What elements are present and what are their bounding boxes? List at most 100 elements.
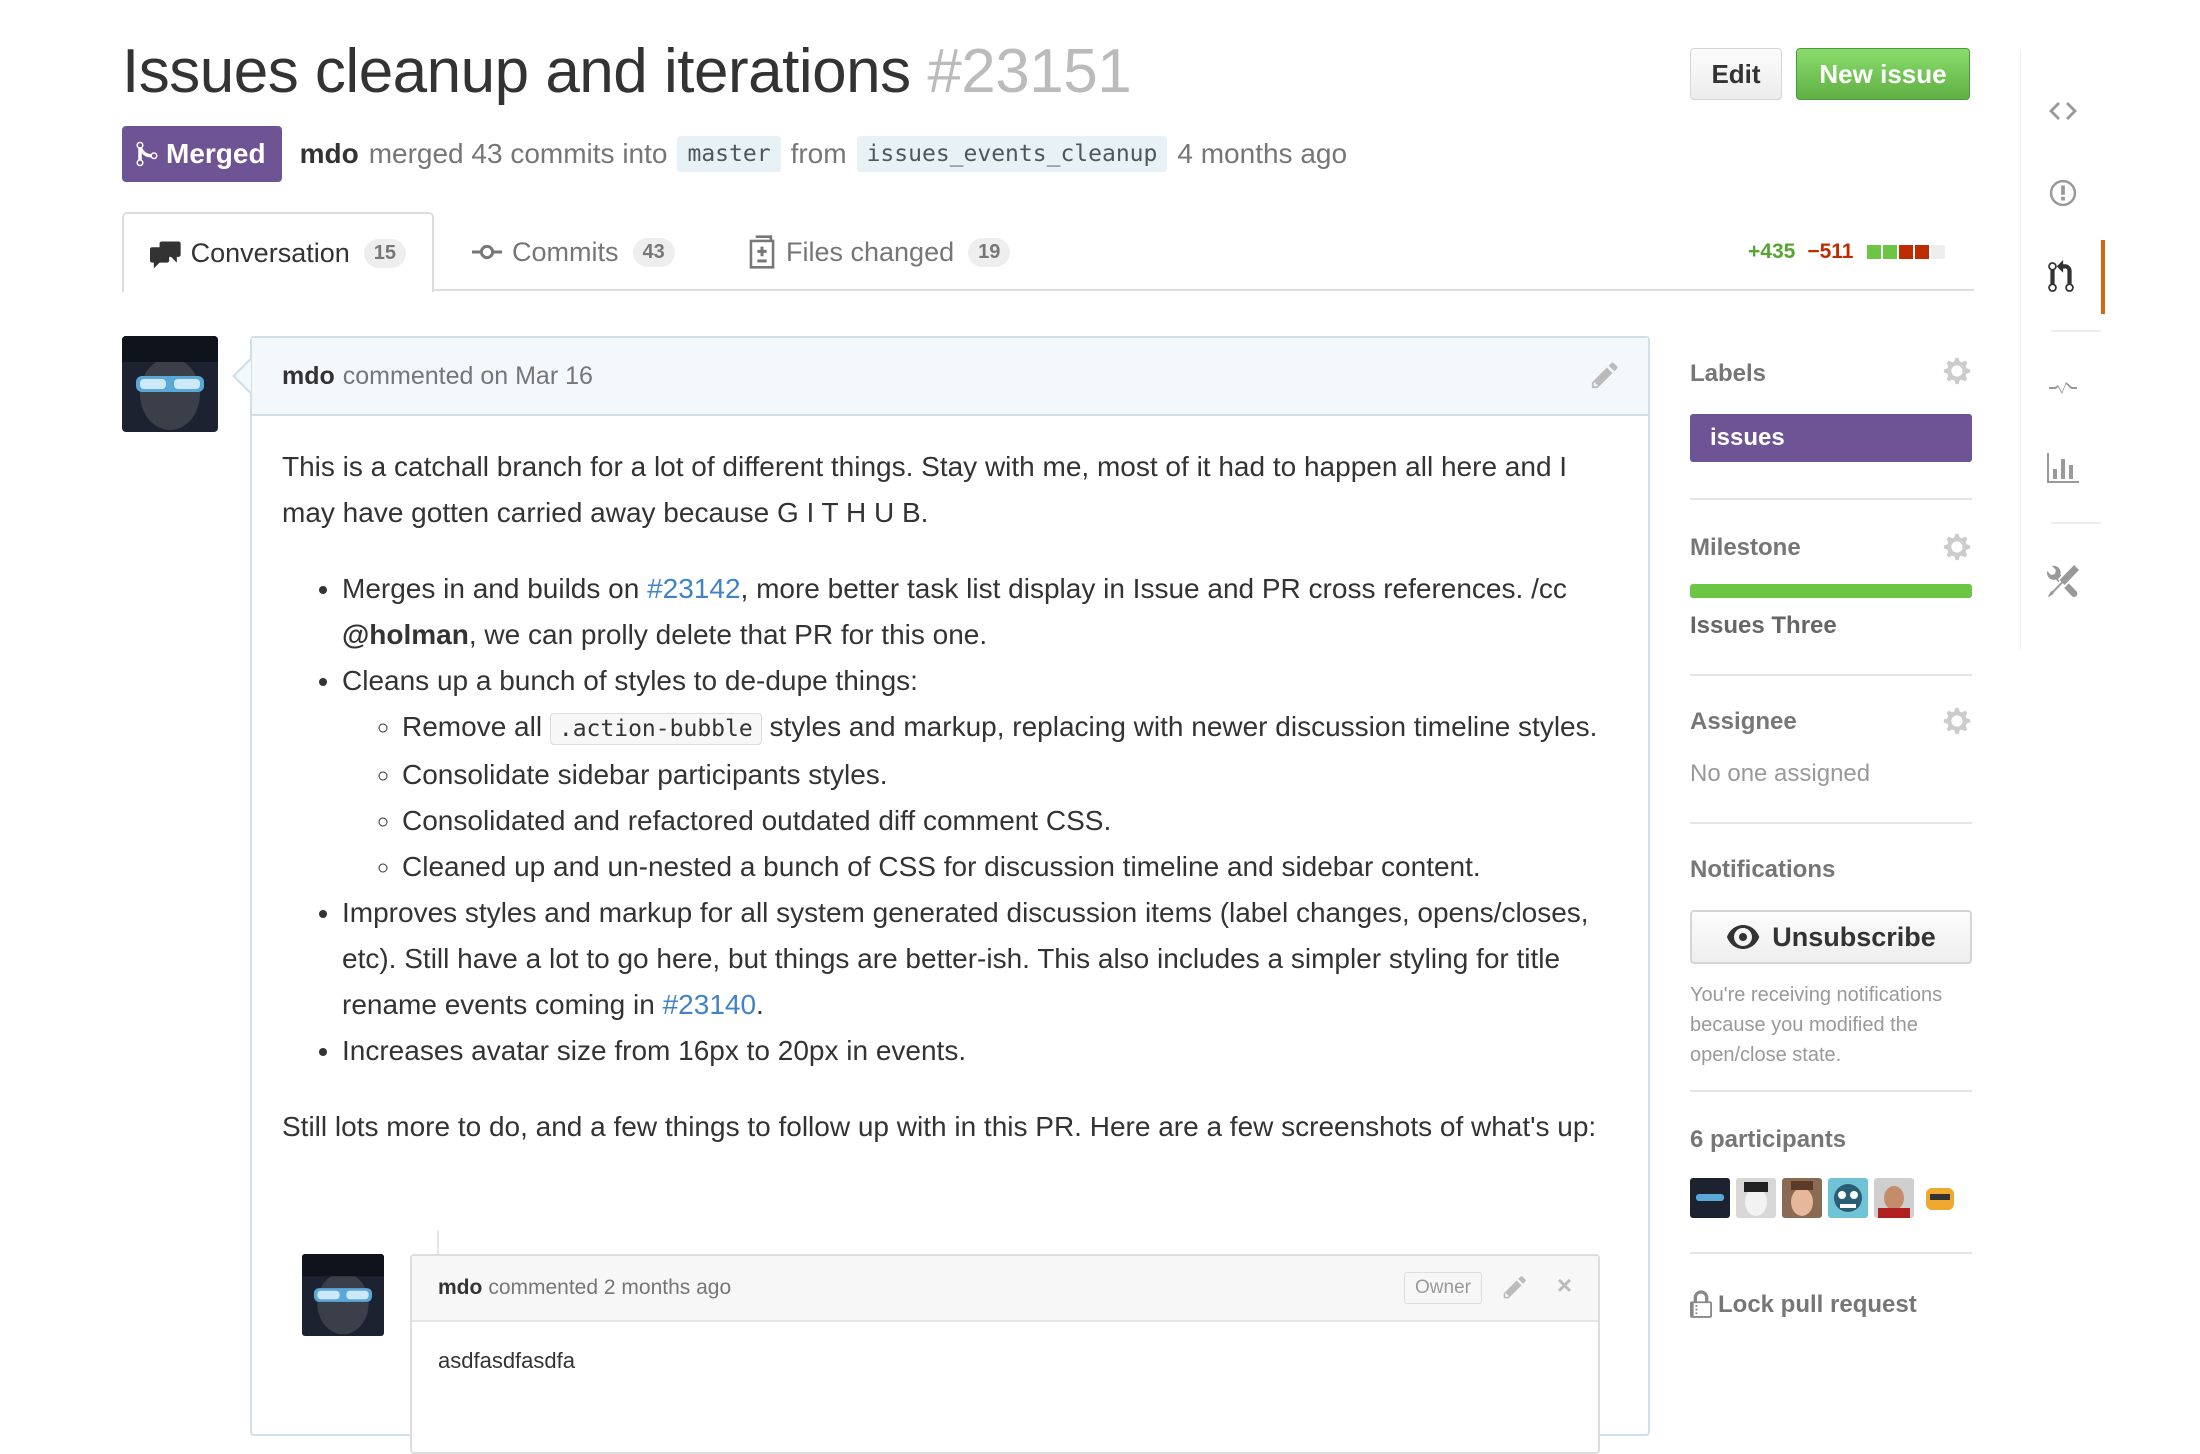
pr-author-link[interactable]: mdo [300, 138, 359, 170]
pr-title-text: Issues cleanup and iterations [122, 37, 911, 106]
deletions-count: −511 [1807, 240, 1854, 263]
list-item: Improves styles and markup for all syste… [342, 890, 1604, 1028]
tab-commits-label: Commits [512, 236, 619, 267]
issue-link[interactable]: #23142 [647, 573, 740, 604]
milestone-progress-track [1690, 584, 1972, 598]
comment-header: mdo commented on Mar 16 [252, 338, 1648, 416]
lock-label: Lock pull request [1718, 1291, 1917, 1318]
repo-nav-separator [2051, 522, 2101, 524]
list-item: Cleaned up and un-nested a bunch of CSS … [402, 844, 1604, 890]
notifications-title: Notifications [1690, 856, 1836, 883]
eye-icon [1727, 925, 1760, 949]
tools-icon [2047, 565, 2079, 597]
sidebar-labels: Labels issues [1690, 336, 1972, 500]
comment-body: This is a catchall branch for a lot of d… [252, 416, 1648, 1150]
diff-icon [749, 235, 775, 269]
list-item-text: Merges in and builds on [342, 573, 648, 604]
milestone-title: Milestone [1690, 534, 1801, 561]
new-issue-button[interactable]: New issue [1796, 48, 1970, 100]
pencil-icon[interactable] [1590, 360, 1620, 390]
tab-conversation-count: 15 [363, 238, 406, 268]
comment-intro: This is a catchall branch for a lot of d… [282, 451, 1568, 528]
comment-list: Merges in and builds on #23142, more bet… [282, 566, 1604, 1074]
repo-nav-pulse[interactable] [2021, 352, 2105, 422]
tab-files-count: 19 [968, 237, 1011, 267]
edit-button[interactable]: Edit [1690, 48, 1782, 100]
participant-avatar[interactable] [1690, 1178, 1730, 1218]
lock-icon [1690, 1290, 1712, 1318]
participant-avatar[interactable] [1782, 1178, 1822, 1218]
head-branch[interactable]: issues_events_cleanup [856, 136, 1168, 172]
screenshot-comment: mdo commented 2 months ago Owner × asdfa… [410, 1254, 1600, 1454]
list-item: Consolidated and refactored outdated dif… [402, 798, 1604, 844]
assignee-title: Assignee [1690, 708, 1797, 735]
tab-conversation[interactable]: Conversation 15 [122, 212, 434, 292]
merged-badge: Merged [122, 126, 282, 182]
diffstat: +435 −511 [1748, 240, 1947, 264]
close-icon: × [1556, 1270, 1572, 1300]
pr-meta: Merged mdo merged 43 commits into master… [122, 126, 1347, 182]
tab-files-changed[interactable]: Files changed 19 [722, 212, 1036, 292]
git-merge-icon [136, 141, 158, 167]
pr-number: #23151 [927, 37, 1132, 106]
sidebar-milestone: Milestone Issues Three [1690, 500, 1972, 676]
sidebar-assignee: Assignee No one assigned [1690, 676, 1972, 824]
merge-time: 4 months ago [1177, 138, 1348, 169]
comment-arrow-fill [235, 360, 251, 392]
repo-nav-issues[interactable] [2021, 158, 2105, 228]
sub-list: Remove all .action-bubble styles and mar… [342, 704, 1604, 890]
code-icon [2049, 102, 2077, 120]
comment-meta[interactable]: commented on Mar 16 [343, 362, 593, 391]
list-item: Merges in and builds on #23142, more bet… [342, 566, 1604, 658]
gear-icon[interactable] [1942, 356, 1972, 386]
label-issues[interactable]: issues [1690, 414, 1972, 462]
gear-icon[interactable] [1942, 706, 1972, 736]
participant-avatar[interactable] [1920, 1178, 1960, 1218]
unsubscribe-button[interactable]: Unsubscribe [1690, 910, 1972, 964]
gear-icon[interactable] [1942, 532, 1972, 562]
participant-avatars [1690, 1178, 1972, 1218]
avatar[interactable] [122, 336, 218, 432]
diffstat-block [1867, 245, 1882, 259]
list-item-text: , more better task list display in Issue… [740, 573, 1567, 604]
participant-avatar[interactable] [1828, 1178, 1868, 1218]
list-item-text: . [756, 989, 764, 1020]
list-item: Remove all .action-bubble styles and mar… [402, 704, 1604, 752]
lock-pull-request[interactable]: Lock pull request [1690, 1290, 1972, 1320]
user-mention[interactable]: @holman [342, 619, 469, 650]
commit-icon [472, 244, 502, 260]
sidebar-lock: Lock pull request [1690, 1254, 1972, 1320]
repo-nav-separator [2051, 330, 2101, 332]
discussion-sidebar: Labels issues Milestone Issues Three Ass… [1690, 336, 1972, 1320]
participant-avatar[interactable] [1736, 1178, 1776, 1218]
base-branch[interactable]: master [677, 136, 781, 172]
pulse-icon [2049, 382, 2077, 394]
tab-commits[interactable]: Commits 43 [446, 212, 701, 292]
repo-nav-pull-requests[interactable] [2021, 240, 2105, 314]
tab-conversation-label: Conversation [190, 237, 350, 268]
screenshot-comment-author: mdo [438, 1276, 483, 1299]
comment-author-link[interactable]: mdo [282, 362, 335, 391]
graph-icon [2047, 453, 2079, 483]
list-item: Cleans up a bunch of styles to de-dupe t… [342, 658, 1604, 890]
milestone-name[interactable]: Issues Three [1690, 612, 1972, 640]
repo-nav-code[interactable] [2021, 76, 2105, 146]
diffstat-block [1931, 245, 1946, 259]
owner-badge: Owner [1404, 1272, 1482, 1304]
participant-avatar[interactable] [1874, 1178, 1914, 1218]
comment-discussion-icon [150, 241, 181, 268]
diffstat-block [1915, 245, 1930, 259]
inline-code: .action-bubble [549, 713, 762, 745]
repo-nav-graphs[interactable] [2021, 434, 2105, 504]
list-item-text: , we can prolly delete that PR for this … [468, 619, 988, 650]
list-item-text: Cleans up a bunch of styles to de-dupe t… [342, 665, 918, 696]
repo-nav-settings[interactable] [2021, 546, 2105, 616]
tab-files-label: Files changed [786, 236, 955, 267]
tab-commits-count: 43 [632, 237, 675, 267]
pencil-icon [1503, 1276, 1526, 1299]
screenshot-comment-body: asdfasdfasdfa [438, 1348, 575, 1373]
additions-count: +435 [1748, 240, 1796, 263]
issue-link[interactable]: #23140 [663, 989, 756, 1020]
merged-text: merged 43 commits into [368, 138, 668, 169]
screenshot-comment-header: mdo commented 2 months ago Owner × [412, 1256, 1598, 1322]
